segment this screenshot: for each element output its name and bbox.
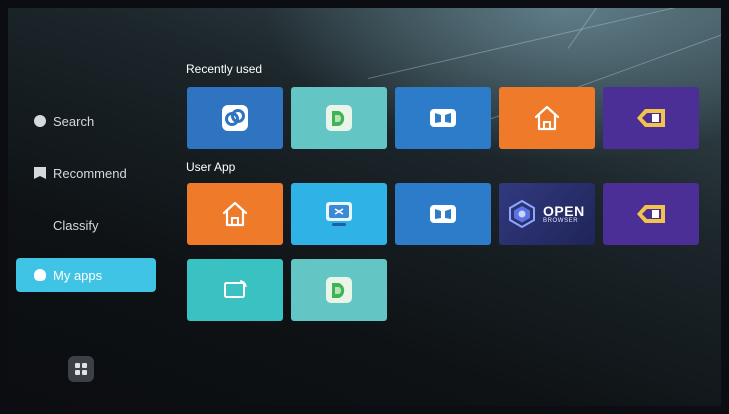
app-tile-home[interactable] xyxy=(499,87,595,149)
open-browser-app-icon xyxy=(509,199,535,229)
app-tile-green-d[interactable] xyxy=(291,259,387,321)
app-tile-open-browser[interactable]: OPEN BROWSER xyxy=(499,183,595,245)
app-tile-home[interactable] xyxy=(187,183,283,245)
bookmark-icon xyxy=(34,167,46,179)
diamond-app-icon xyxy=(637,109,665,127)
grid-icon xyxy=(75,363,80,368)
background-streak xyxy=(367,8,721,79)
search-icon xyxy=(34,115,46,127)
cast-app-icon xyxy=(224,280,247,298)
my-apps-icon xyxy=(34,269,46,281)
monitor-app-icon xyxy=(326,202,352,226)
sidebar-item-label: My apps xyxy=(53,267,103,283)
app-tile-link[interactable] xyxy=(187,87,283,149)
sidebar-item-recommend[interactable]: Recommend xyxy=(16,156,156,190)
app-tile-monitor[interactable] xyxy=(291,183,387,245)
diamond-app-icon xyxy=(637,205,665,223)
user-app-title: User App xyxy=(186,160,236,174)
sidebar: Search Recommend Classify My apps xyxy=(8,8,178,406)
app-tile-diamond[interactable] xyxy=(603,87,699,149)
sidebar-item-label: Recommend xyxy=(53,165,127,181)
sidebar-item-my-apps[interactable]: My apps xyxy=(16,258,156,292)
link-app-icon xyxy=(222,105,248,131)
app-tile-media[interactable] xyxy=(395,183,491,245)
app-tile-green-d[interactable] xyxy=(291,87,387,149)
home-app-icon xyxy=(222,201,248,227)
launcher-screen: Search Recommend Classify My apps Recent… xyxy=(8,8,721,406)
app-tile-media[interactable] xyxy=(395,87,491,149)
all-apps-grid-button[interactable] xyxy=(68,356,94,382)
sidebar-item-classify[interactable]: Classify xyxy=(16,208,156,242)
classify-icon xyxy=(34,219,46,231)
recently-used-title: Recently used xyxy=(186,62,263,76)
home-app-icon xyxy=(534,105,560,131)
sidebar-item-label: Search xyxy=(53,113,95,129)
media-bars-app-icon xyxy=(430,109,456,127)
media-bars-app-icon xyxy=(430,205,456,223)
green-d-app-icon xyxy=(326,105,352,131)
green-d-app-icon xyxy=(326,277,352,303)
open-browser-title: OPEN xyxy=(543,202,585,219)
open-browser-label: OPEN BROWSER xyxy=(543,202,585,224)
sidebar-item-search[interactable]: Search xyxy=(16,104,156,138)
app-tile-diamond[interactable] xyxy=(603,183,699,245)
app-tile-cast[interactable] xyxy=(187,259,283,321)
sidebar-item-label: Classify xyxy=(53,217,99,233)
